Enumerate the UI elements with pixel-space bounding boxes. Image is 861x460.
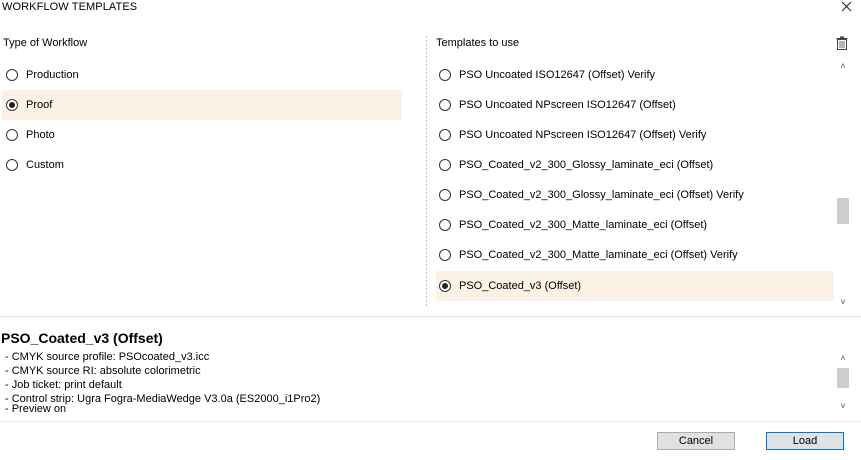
scroll-up-icon[interactable]: ˄ [835, 352, 851, 364]
workflow-option-label: Custom [26, 159, 64, 171]
section-separator [0, 316, 861, 317]
radio-photo[interactable] [6, 129, 18, 141]
templates-label: Templates to use [436, 37, 520, 49]
description-line: - CMYK source RI: absolute colorimetric [5, 365, 201, 377]
template-item[interactable]: PSO_Coated_v2_300_Glossy_laminate_eci (O… [436, 150, 834, 180]
template-radio[interactable] [439, 280, 451, 292]
template-label: PSO_Coated_v2_300_Glossy_laminate_eci (O… [459, 159, 714, 171]
template-item[interactable]: PSO Uncoated NPscreen ISO12647 (Offset) … [436, 120, 834, 150]
scroll-up-icon[interactable]: ˄ [835, 60, 851, 72]
scroll-down-icon[interactable]: ˅ [835, 400, 851, 412]
scrollbar-thumb[interactable] [837, 368, 849, 388]
template-label: PSO Uncoated NPscreen ISO12647 (Offset) … [459, 129, 707, 141]
radio-proof[interactable] [6, 99, 18, 111]
workflow-option-label: Proof [26, 99, 53, 111]
footer-separator [0, 421, 861, 422]
template-label: PSO Uncoated ISO12647 (Offset) Verify [459, 69, 656, 81]
template-radio[interactable] [439, 219, 451, 231]
scroll-down-icon[interactable]: ˅ [835, 296, 851, 308]
workflow-option-production[interactable]: Production [2, 60, 402, 90]
workflow-option-photo[interactable]: Photo [2, 120, 402, 150]
load-button[interactable]: Load [766, 432, 844, 450]
dialog-title: WORKFLOW TEMPLATES [2, 1, 138, 13]
template-radio[interactable] [439, 129, 451, 141]
radio-production[interactable] [6, 69, 18, 81]
template-label: PSO_Coated_v2_300_Matte_laminate_eci (Of… [459, 249, 738, 261]
description-scrollbar[interactable]: ˄ ˅ [835, 352, 851, 412]
workflow-option-label: Photo [26, 129, 55, 141]
template-label: PSO_Coated_v2_300_Glossy_laminate_eci (O… [459, 189, 744, 201]
template-radio[interactable] [439, 249, 451, 261]
description-text: - CMYK source profile: PSOcoated_v3.icc … [0, 350, 834, 414]
cancel-button[interactable]: Cancel [657, 432, 735, 450]
template-item[interactable]: PSO Uncoated NPscreen ISO12647 (Offset) [436, 90, 834, 120]
template-label: PSO Uncoated NPscreen ISO12647 (Offset) [459, 99, 676, 111]
close-icon[interactable] [838, 0, 854, 15]
template-item[interactable]: PSO Uncoated ISO12647 (Offset) Verify [436, 60, 834, 90]
description-line: - Job ticket: print default [5, 379, 122, 391]
template-radio[interactable] [439, 99, 451, 111]
workflow-type-label: Type of Workflow [3, 37, 88, 49]
description-line: - CMYK source profile: PSOcoated_v3.icc [5, 351, 210, 363]
template-item[interactable]: PSO_Coated_v2_300_Matte_laminate_eci (Of… [436, 240, 834, 270]
trash-icon[interactable] [836, 36, 848, 50]
template-radio[interactable] [439, 69, 451, 81]
description-title: PSO_Coated_v3 (Offset) [1, 330, 163, 346]
radio-custom[interactable] [6, 159, 18, 171]
template-label: PSO_Coated_v3 (Offset) [459, 280, 582, 292]
workflow-option-custom[interactable]: Custom [2, 150, 402, 180]
template-radio[interactable] [439, 159, 451, 171]
template-radio[interactable] [439, 189, 451, 201]
workflow-option-label: Production [26, 69, 79, 81]
panel-divider [426, 36, 427, 308]
workflow-option-proof[interactable]: Proof [2, 90, 402, 120]
template-item[interactable]: PSO_Coated_v2_300_Glossy_laminate_eci (O… [436, 180, 834, 210]
template-item[interactable]: PSO_Coated_v2_300_Matte_laminate_eci (Of… [436, 210, 834, 240]
scrollbar-thumb[interactable] [837, 198, 849, 224]
template-label: PSO_Coated_v2_300_Matte_laminate_eci (Of… [459, 219, 708, 231]
templates-scrollbar[interactable]: ˄ ˅ [835, 58, 851, 310]
template-item-selected[interactable]: PSO_Coated_v3 (Offset) [436, 271, 834, 301]
